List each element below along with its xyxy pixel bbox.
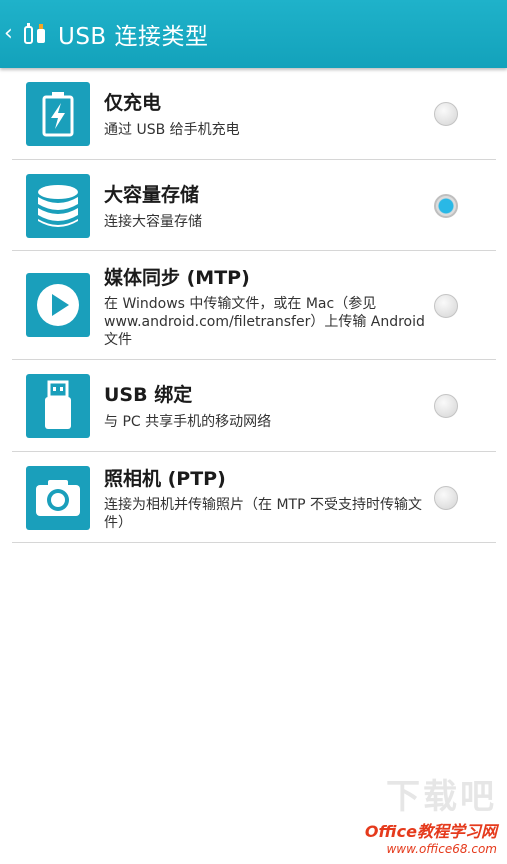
watermark: 下载吧 Office教程学习网 www.office68.com xyxy=(365,769,497,856)
list-item-mass-storage[interactable]: 大容量存储 连接大容量存储 xyxy=(12,160,496,251)
action-bar: ‹ USB 连接类型 xyxy=(0,0,507,68)
battery-charging-icon xyxy=(26,82,90,146)
list-item-ptp[interactable]: 照相机 (PTP) 连接为相机并传输照片（在 MTP 不受支持时传输文件） xyxy=(12,452,496,543)
item-description: 连接大容量存储 xyxy=(104,214,202,230)
usb-type-list: 仅充电 通过 USB 给手机充电 大容量存储 连接大容量存储 媒体同步 (MTP… xyxy=(12,68,496,543)
list-item-mtp[interactable]: 媒体同步 (MTP) 在 Windows 中传输文件，或在 Mac（参见 www… xyxy=(12,251,496,360)
item-title: USB 绑定 xyxy=(104,384,193,406)
play-media-icon xyxy=(26,273,90,337)
chevron-left-icon[interactable]: ‹ xyxy=(4,23,16,45)
list-item-charge-only[interactable]: 仅充电 通过 USB 给手机充电 xyxy=(12,68,496,160)
radio-button[interactable] xyxy=(434,394,458,418)
watermark-logo: 下载吧 xyxy=(386,777,497,817)
usb-cable-icon[interactable] xyxy=(20,19,50,49)
usb-drive-icon xyxy=(26,374,90,438)
item-description: 与 PC 共享手机的移动网络 xyxy=(104,414,272,430)
list-item-usb-tethering[interactable]: USB 绑定 与 PC 共享手机的移动网络 xyxy=(12,360,496,452)
item-description: 在 Windows 中传输文件，或在 Mac（参见 www.android.co… xyxy=(104,296,425,348)
item-title: 照相机 (PTP) xyxy=(104,468,226,490)
radio-button-selected[interactable] xyxy=(434,194,458,218)
watermark-url: www.office68.com xyxy=(386,842,497,856)
radio-button[interactable] xyxy=(434,102,458,126)
radio-button[interactable] xyxy=(434,294,458,318)
item-description: 通过 USB 给手机充电 xyxy=(104,122,240,138)
radio-button[interactable] xyxy=(434,486,458,510)
item-title: 大容量存储 xyxy=(104,184,200,206)
item-title: 媒体同步 (MTP) xyxy=(104,267,250,289)
watermark-title: Office教程学习网 xyxy=(364,822,497,841)
database-storage-icon xyxy=(26,174,90,238)
page-title: USB 连接类型 xyxy=(58,24,209,50)
item-title: 仅充电 xyxy=(104,92,162,114)
camera-icon xyxy=(26,466,90,530)
item-description: 连接为相机并传输照片（在 MTP 不受支持时传输文件） xyxy=(104,497,422,531)
